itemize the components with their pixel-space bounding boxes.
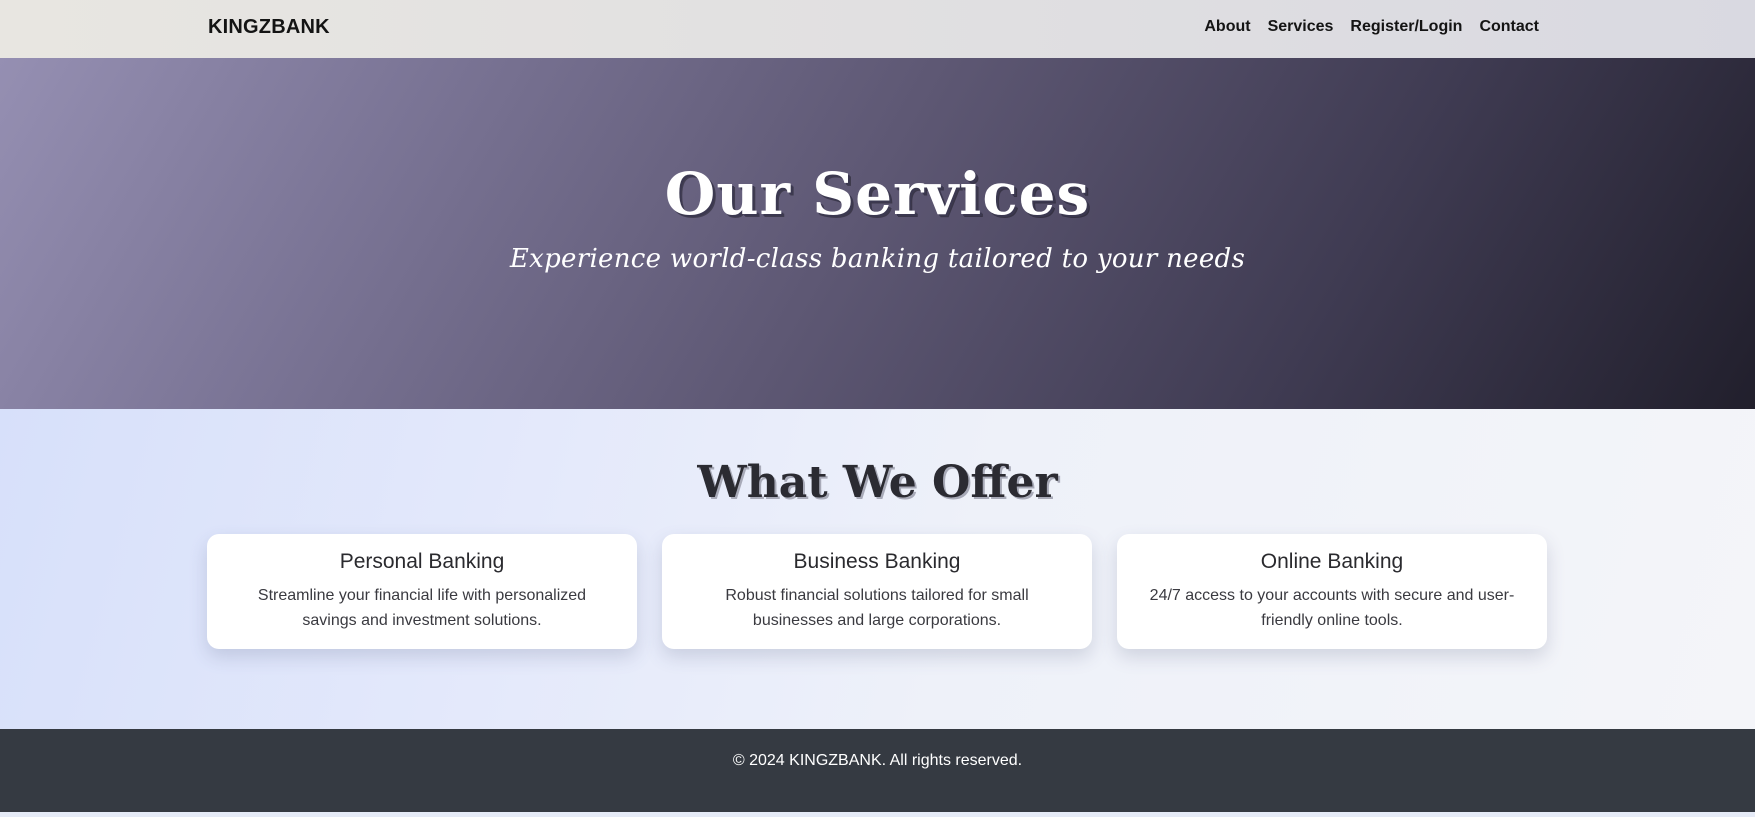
- service-card-online-banking: Online Banking 24/7 access to your accou…: [1117, 534, 1547, 649]
- service-card-business-banking: Business Banking Robust financial soluti…: [662, 534, 1092, 649]
- hero-title: Our Services: [664, 160, 1091, 228]
- nav-link-contact[interactable]: Contact: [1479, 18, 1539, 36]
- hero-section: Our Services Experience world-class bank…: [0, 58, 1755, 409]
- card-title: Online Banking: [1260, 550, 1404, 573]
- card-title: Personal Banking: [339, 550, 505, 573]
- nav-links: About Services Register/Login Contact: [1187, 18, 1539, 36]
- hero-subtitle: Experience world-class banking tailored …: [509, 244, 1246, 274]
- nav-link-about[interactable]: About: [1204, 18, 1250, 36]
- nav-link-register-login[interactable]: Register/Login: [1350, 18, 1462, 36]
- nav-link-services[interactable]: Services: [1268, 18, 1334, 36]
- card-description: Streamline your financial life with pers…: [257, 587, 587, 629]
- card-description: 24/7 access to your accounts with secure…: [1149, 587, 1515, 629]
- card-title: Business Banking: [793, 550, 961, 573]
- service-card-personal-banking: Personal Banking Streamline your financi…: [207, 534, 637, 649]
- offer-section: What We Offer Personal Banking Streamlin…: [0, 409, 1755, 729]
- footer: © 2024 KINGZBANK. All rights reserved.: [0, 729, 1755, 812]
- footer-copyright: © 2024 KINGZBANK. All rights reserved.: [732, 752, 1023, 769]
- bottom-strip: [0, 812, 1755, 817]
- brand-logo[interactable]: KINGZBANK: [208, 16, 330, 39]
- navbar: KINGZBANK About Services Register/Login …: [0, 0, 1755, 58]
- card-description: Robust financial solutions tailored for …: [725, 587, 1029, 629]
- offer-title: What We Offer: [697, 457, 1058, 508]
